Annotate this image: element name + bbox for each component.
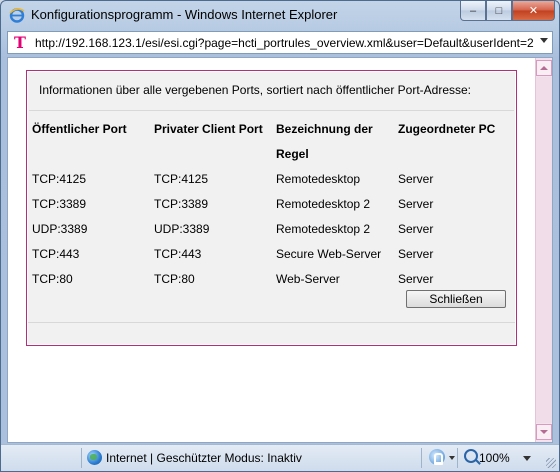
column-header-assigned-pc: Zugeordneter PC [398,122,496,136]
zoom-icon[interactable] [464,449,478,463]
info-header: Informationen über alle vergebenen Ports… [29,73,514,111]
close-button[interactable]: Schließen [406,290,506,308]
resize-grip-icon[interactable] [546,458,556,468]
status-divider [457,448,458,468]
public-port-cell: TCP:3389 [32,197,87,211]
column-header-rule-name: Bezeichnung der [276,122,373,136]
private-port-cell: TCP:4125 [154,172,209,186]
arrow-up-icon [540,66,548,70]
close-window-button[interactable]: ✕ [512,1,555,21]
rule-name-cell: Remotedesktop 2 [276,197,371,211]
status-divider [421,448,422,468]
public-port-cell: TCP:4125 [32,172,87,186]
rule-name-cell: Remotedesktop [276,172,361,186]
address-bar[interactable]: T http://192.168.123.1/esi/esi.cgi?page=… [7,31,553,54]
url-field[interactable]: http://192.168.123.1/esi/esi.cgi?page=hc… [35,36,540,50]
zoom-dropdown-icon[interactable] [523,456,531,461]
chevron-down-icon[interactable] [449,456,455,460]
private-port-cell: TCP:443 [154,247,202,261]
public-port-cell: TCP:443 [32,247,80,261]
telekom-logo: T [14,33,26,52]
private-port-cell: TCP:80 [154,272,195,286]
public-port-cell: UDP:3389 [32,222,88,236]
window-controls: – □ ✕ [460,1,555,21]
browser-window: Konfigurationsprogramm - Windows Interne… [0,0,560,472]
assigned-pc-cell: Server [398,222,434,236]
scroll-up-button[interactable] [536,60,552,76]
info-text: Informationen über alle vergebenen Ports… [39,83,472,97]
vertical-scrollbar[interactable] [535,58,552,442]
status-bar: Internet | Geschützter Modus: Inaktiv 10… [1,444,559,471]
private-port-cell: UDP:3389 [154,222,210,236]
title-bar[interactable]: Konfigurationsprogramm - Windows Interne… [1,1,559,29]
column-header-rule-name-line2: Regel [276,147,309,161]
arrow-down-icon [540,430,548,434]
rule-name-cell: Web-Server [276,272,340,286]
assigned-pc-cell: Server [398,272,434,286]
rule-name-cell: Secure Web-Server [276,247,382,261]
address-dropdown-icon[interactable] [540,38,548,43]
globe-icon [87,450,102,465]
panel-body: Informationen über alle vergebenen Ports… [28,72,515,344]
internet-explorer-icon [9,8,25,23]
scrollbar-track[interactable] [536,77,552,423]
status-divider [81,448,82,468]
assigned-pc-cell: Server [398,247,434,261]
maximize-button[interactable]: □ [486,1,512,21]
assigned-pc-cell: Server [398,197,434,211]
port-overview-panel: Informationen über alle vergebenen Ports… [26,70,517,346]
zoom-level[interactable]: 100% [479,451,510,465]
public-port-cell: TCP:80 [32,272,73,286]
window-title: Konfigurationsprogramm - Windows Interne… [31,7,338,22]
minimize-button[interactable]: – [460,1,486,21]
assigned-pc-cell: Server [398,172,434,186]
footer-divider [28,322,515,323]
page-content: Informationen über alle vergebenen Ports… [7,57,553,443]
private-port-cell: TCP:3389 [154,197,209,211]
column-header-public-port: Öffentlicher Port [32,122,127,136]
column-header-private-port: Privater Client Port [154,122,263,136]
scroll-down-button[interactable] [536,424,552,440]
protected-mode-icon[interactable] [429,449,445,465]
rule-name-cell: Remotedesktop 2 [276,222,371,236]
security-zone-text[interactable]: Internet | Geschützter Modus: Inaktiv [106,451,302,465]
